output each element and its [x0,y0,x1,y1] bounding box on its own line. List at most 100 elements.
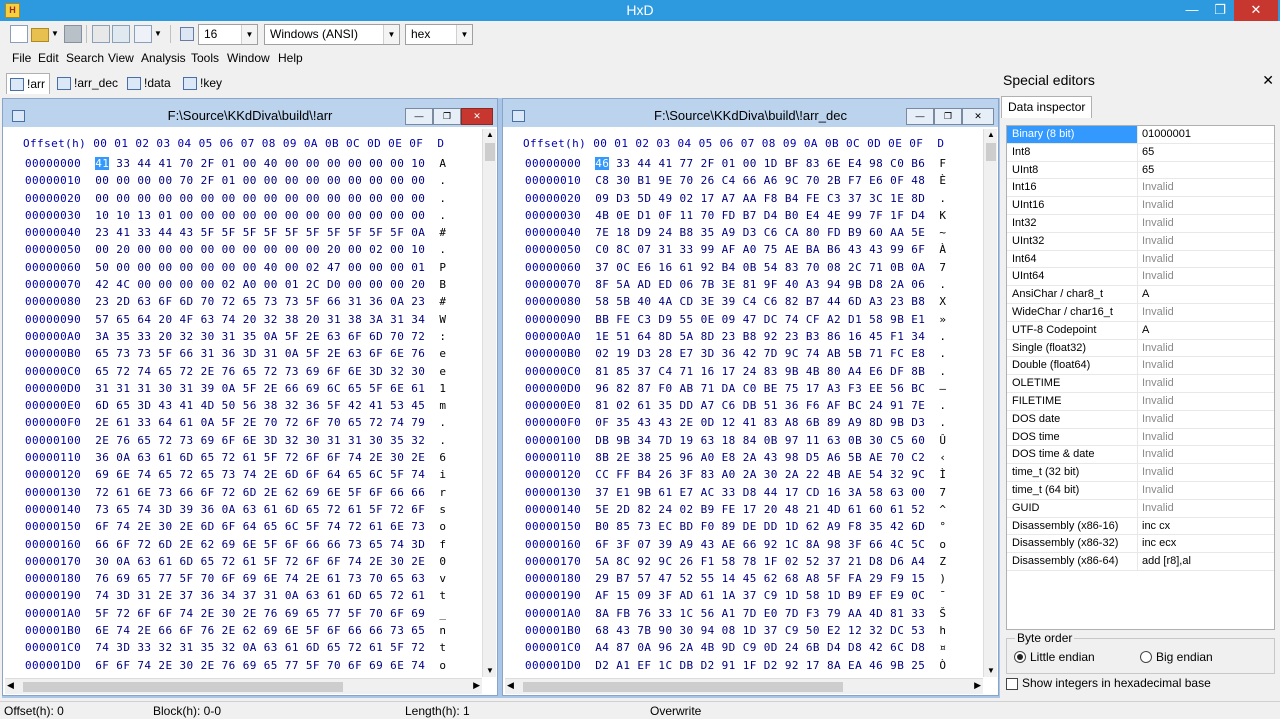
hex-row[interactable]: 00000010 00 00 00 00 70 2F 01 00 00 00 0… [25,174,446,191]
row-ascii[interactable]: t [439,641,446,654]
row-ascii[interactable]: i [439,468,446,481]
hex-row[interactable]: 00000180 29 B7 57 47 52 55 14 45 62 68 A… [525,572,946,589]
hex-row[interactable]: 00000070 42 4C 00 00 00 00 02 A0 00 01 2… [25,278,446,295]
hex-row[interactable]: 00000000 41 33 44 41 70 2F 01 00 40 00 0… [25,157,446,174]
row-bytes[interactable]: 09 D3 5D 49 02 17 A7 AA F8 B4 FE C3 37 3… [595,192,925,205]
row-bytes[interactable]: 58 5B 40 4A CD 3E 39 C4 C6 82 B7 44 6D A… [595,295,925,308]
child-close-button[interactable]: ✕ [461,108,493,125]
row-ascii[interactable]: 0 [439,555,446,568]
inspector-row[interactable]: UTF-8 Codepoint A [1007,321,1274,340]
chevron-down-icon[interactable]: ▼ [241,25,257,44]
hex-row[interactable]: 00000120 69 6E 74 65 72 65 73 74 2E 6D 6… [25,468,446,485]
hex-row[interactable]: 000000C0 65 72 74 65 72 2E 76 65 72 73 6… [25,365,446,382]
row-ascii[interactable]: . [439,174,446,187]
row-bytes[interactable]: 30 0A 63 61 6D 65 72 61 5F 72 6F 6F 74 2… [95,555,425,568]
hex-row[interactable]: 00000080 23 2D 63 6F 6D 70 72 65 73 73 5… [25,295,446,312]
row-bytes[interactable]: C8 30 B1 9E 70 26 C4 66 A6 9C 70 2B F7 E… [595,174,925,187]
inspector-value[interactable]: Invalid [1142,464,1174,481]
inspector-value[interactable]: Invalid [1142,179,1174,196]
hex-row[interactable]: 00000130 37 E1 9B 61 E7 AC 33 D8 44 17 C… [525,486,946,503]
tab-arr[interactable]: !arr [6,73,50,94]
hex-row[interactable]: 00000170 5A 8C 92 9C 26 F1 58 78 1F 02 5… [525,555,946,572]
hex-row[interactable]: 00000060 50 00 00 00 00 00 00 00 40 00 0… [25,261,446,278]
row-bytes[interactable]: 00 00 00 00 00 00 00 00 00 00 00 00 00 0… [95,192,425,205]
selected-byte[interactable]: 46 [595,157,610,170]
inspector-value[interactable]: Invalid [1142,251,1174,268]
row-ascii[interactable]: A [439,157,446,170]
row-ascii[interactable]: _ [439,607,446,620]
hex-row[interactable]: 000001D0 6F 6F 74 2E 30 2E 76 69 65 77 5… [25,659,446,676]
hex-row[interactable]: 00000120 CC FF B4 26 3F 83 A0 2A 30 2A 2… [525,468,946,485]
child-close-button[interactable]: ✕ [962,108,994,125]
inspector-value[interactable]: Invalid [1142,197,1174,214]
row-bytes[interactable]: B0 85 73 EC BD F0 89 DE DD 1D 62 A9 F8 3… [595,520,925,533]
row-bytes[interactable]: 6F 6F 74 2E 30 2E 76 69 65 77 5F 70 6F 6… [95,659,425,672]
row-bytes[interactable]: 46 33 44 41 77 2F 01 00 1D BF 83 6E E4 9… [595,157,925,170]
row-ascii[interactable]: Ì [939,468,946,481]
scroll-up-icon[interactable]: ▲ [483,129,497,141]
inspector-row[interactable]: DOS time & date Invalid [1007,446,1274,465]
hex-row[interactable]: 00000020 00 00 00 00 00 00 00 00 00 00 0… [25,192,446,209]
hex-row[interactable]: 00000160 6F 3F 07 39 A9 43 AE 66 92 1C 8… [525,538,946,555]
scrollbar-thumb[interactable] [23,682,343,692]
scroll-left-icon[interactable]: ◀ [507,680,514,691]
row-ascii[interactable]: . [439,676,446,677]
bytes-per-row-select[interactable]: 16 ▼ [198,24,258,45]
hex-view[interactable]: Offset(h) 00 01 02 03 04 05 06 07 08 09 … [5,127,483,677]
row-ascii[interactable]: . [939,399,946,412]
row-bytes[interactable]: 2E 61 33 64 61 0A 5F 2E 70 72 6F 70 65 7… [95,416,425,429]
menu-view[interactable]: View [108,51,134,65]
chevron-down-icon[interactable]: ▼ [456,25,472,44]
row-bytes[interactable]: 5A 8C 92 9C 26 F1 58 78 1F 02 52 37 21 D… [595,555,925,568]
inspector-value[interactable]: Invalid [1142,357,1174,374]
hex-row[interactable]: 00000050 C0 8C 07 31 33 99 AF A0 75 AE B… [525,243,946,260]
hex-row[interactable]: 00000030 4B 0E D1 0F 11 70 FD B7 D4 B0 E… [525,209,946,226]
inspector-row[interactable]: Disassembly (x86-64) add [r8],al [1007,553,1274,571]
close-button[interactable]: ✕ [1234,0,1278,21]
row-bytes[interactable]: AF 15 09 3F AD 61 1A 37 C9 1D 58 1D B9 E… [595,589,925,602]
menu-file[interactable]: File [12,51,31,65]
row-bytes[interactable]: CC FF B4 26 3F 83 A0 2A 30 2A 22 4B AE 5… [595,468,925,481]
menu-search[interactable]: Search [66,51,104,65]
menu-tools[interactable]: Tools [191,51,219,65]
hex-row[interactable]: 00000160 66 6F 72 6D 2E 62 69 6E 5F 6F 6… [25,538,446,555]
inspector-row[interactable]: WideChar / char16_t Invalid [1007,304,1274,322]
inspector-row[interactable]: GUID Invalid [1007,499,1274,518]
hex-row[interactable]: 000001C0 A4 87 0A 96 2A 4B 9D C9 0D 24 6… [525,641,946,658]
row-ascii[interactable]: . [439,434,446,447]
row-bytes[interactable]: 29 B7 57 47 52 55 14 45 62 68 A8 5F FA 2… [595,572,925,585]
page-icon[interactable] [134,25,152,43]
hex-row[interactable]: 00000020 09 D3 5D 49 02 17 A7 AA F8 B4 F… [525,192,946,209]
row-bytes[interactable]: 74 3D 31 2E 37 36 34 37 31 0A 63 61 6D 6… [95,589,425,602]
row-bytes[interactable]: 57 65 64 20 4F 63 74 20 32 38 20 31 38 3… [95,313,425,326]
row-ascii[interactable]: K [939,209,946,222]
hex-row[interactable]: 000001E0 2E 66 6F 76 5F 69 73 5F 68 6F 7… [25,676,446,677]
row-bytes[interactable]: AC E8 5E 04 DD 5D 12 61 C2 16 13 ED F8 C… [595,676,925,677]
hex-row[interactable]: 00000150 B0 85 73 EC BD F0 89 DE DD 1D 6… [525,520,946,537]
hex-row[interactable]: 000000B0 02 19 D3 28 E7 3D 36 42 7D 9C 7… [525,347,946,364]
row-ascii[interactable]: n [439,624,446,637]
row-ascii[interactable]: # [439,295,446,308]
row-ascii[interactable]: ¤ [939,641,946,654]
row-ascii[interactable]: v [439,572,446,585]
hex-row[interactable]: 000000F0 2E 61 33 64 61 0A 5F 2E 70 72 6… [25,416,446,433]
hex-view[interactable]: Offset(h) 00 01 02 03 04 05 06 07 08 09 … [505,127,984,677]
row-ascii[interactable]: – [939,382,946,395]
inspector-value[interactable]: 01000001 [1142,126,1191,143]
print-icon[interactable] [92,25,110,43]
restore-button[interactable]: ❐ [1206,0,1234,21]
inspector-row[interactable]: Single (float32) Invalid [1007,339,1274,358]
scroll-left-icon[interactable]: ◀ [7,680,14,691]
row-bytes[interactable]: 10 10 13 01 00 00 00 00 00 00 00 00 00 0… [95,209,425,222]
row-ascii[interactable]: È [939,174,946,187]
row-ascii[interactable]: . [439,416,446,429]
close-icon[interactable]: ✕ [1262,72,1274,89]
show-hex-label[interactable]: Show integers in hexadecimal base [1022,676,1211,690]
inspector-value[interactable]: Invalid [1142,375,1174,392]
row-bytes[interactable]: 6D 65 3D 43 41 4D 50 56 38 32 36 5F 42 4… [95,399,425,412]
row-ascii[interactable]: h [939,624,946,637]
row-ascii[interactable]: 6 [439,451,446,464]
row-bytes[interactable]: 6F 3F 07 39 A9 43 AE 66 92 1C 8A 98 3F 6… [595,538,925,551]
inspector-value[interactable]: Invalid [1142,268,1174,285]
inspector-value[interactable]: Invalid [1142,304,1174,321]
